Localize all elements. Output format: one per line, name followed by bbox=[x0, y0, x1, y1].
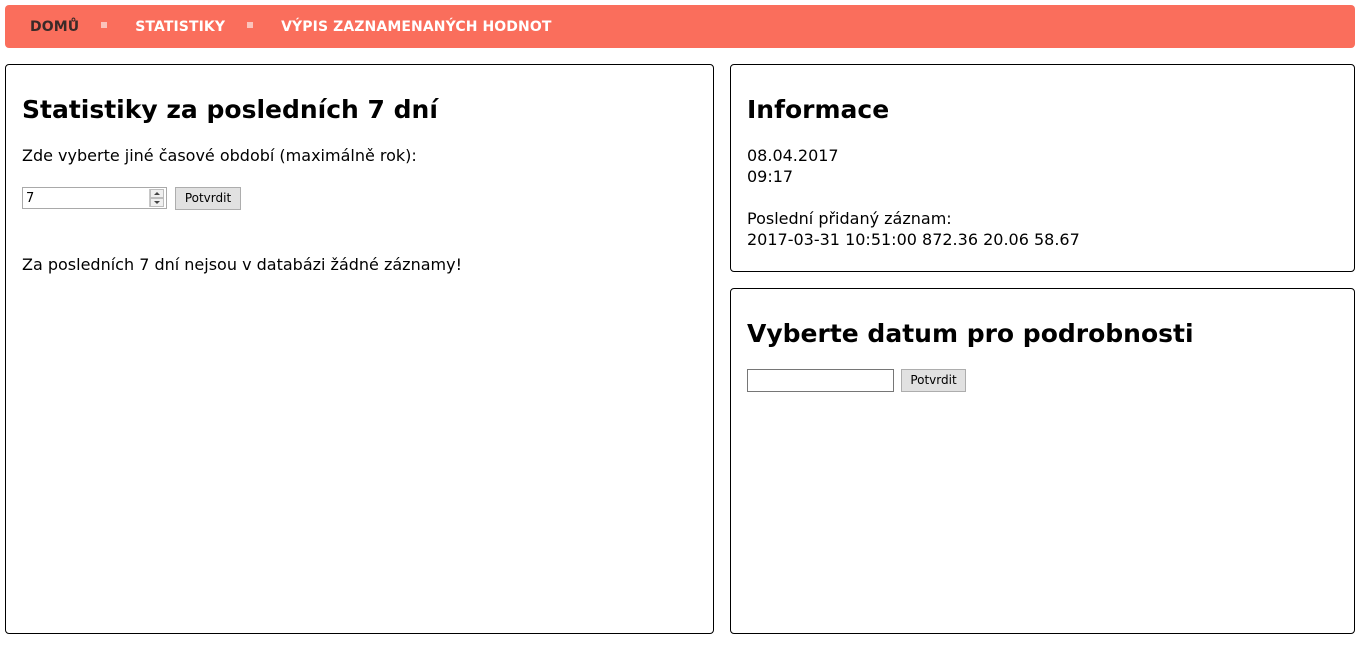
decrement-button[interactable] bbox=[150, 198, 164, 207]
nav-records-list-link[interactable]: VÝPIS ZAZNAMENANÝCH HODNOT bbox=[281, 19, 551, 35]
increment-button[interactable] bbox=[150, 189, 164, 198]
period-prompt: Zde vyberte jiné časové období (maximáln… bbox=[22, 146, 417, 165]
information-title: Informace bbox=[747, 95, 890, 124]
top-navigation: DOMŮ STATISTIKY VÝPIS ZAZNAMENANÝCH HODN… bbox=[5, 5, 1355, 48]
no-records-message: Za posledních 7 dní nejsou v databázi žá… bbox=[22, 255, 462, 274]
statistics-title: Statistiky za posledních 7 dní bbox=[22, 95, 438, 124]
days-spinner[interactable] bbox=[149, 189, 164, 207]
last-record-value: 2017-03-31 10:51:00 872.36 20.06 58.67 bbox=[747, 230, 1080, 249]
chevron-up-icon bbox=[154, 192, 160, 195]
chevron-down-icon bbox=[154, 201, 160, 204]
stats-submit-button[interactable]: Potvrdit bbox=[175, 187, 241, 210]
nav-statistics-link[interactable]: STATISTIKY bbox=[135, 19, 225, 35]
days-value: 7 bbox=[26, 190, 35, 206]
information-panel: Informace 08.04.2017 09:17 Poslední přid… bbox=[730, 64, 1355, 272]
date-details-panel: Vyberte datum pro podrobnosti Potvrdit bbox=[730, 288, 1355, 634]
current-time: 09:17 bbox=[747, 167, 794, 186]
nav-home-link[interactable]: DOMŮ bbox=[30, 19, 79, 35]
date-input[interactable] bbox=[747, 369, 894, 392]
date-submit-button[interactable]: Potvrdit bbox=[901, 369, 966, 392]
statistics-panel: Statistiky za posledních 7 dní Zde vyber… bbox=[5, 64, 714, 634]
date-details-title: Vyberte datum pro podrobnosti bbox=[747, 319, 1194, 348]
days-number-input[interactable]: 7 bbox=[22, 187, 167, 209]
current-date: 08.04.2017 bbox=[747, 146, 839, 165]
nav-separator bbox=[101, 21, 108, 28]
last-record-label: Poslední přidaný záznam: bbox=[747, 209, 952, 228]
nav-separator bbox=[247, 21, 254, 28]
